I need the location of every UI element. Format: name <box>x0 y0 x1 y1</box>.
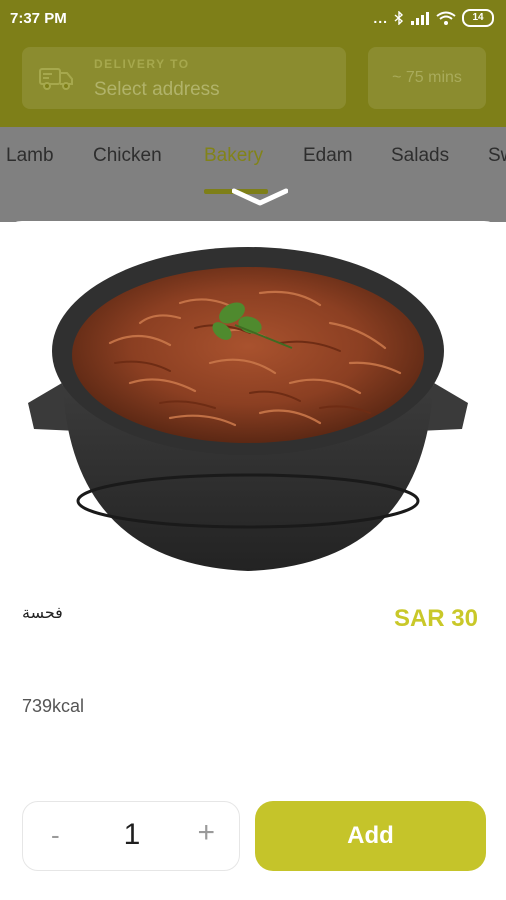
tab-chicken[interactable]: Chicken <box>93 145 162 167</box>
product-detail-sheet: فحسة SAR 30 739kcal - 1 + Add <box>0 221 506 900</box>
bluetooth-icon <box>394 11 404 25</box>
delivery-label: DELIVERY TO <box>94 57 190 71</box>
status-time: 7:37 PM <box>10 10 67 27</box>
delivery-eta: ~ 75 mins <box>368 47 486 109</box>
quantity-stepper: - 1 + <box>22 801 240 871</box>
product-price: SAR 30 <box>393 605 478 632</box>
increase-quantity-button[interactable]: + <box>197 816 215 850</box>
app-header: 7:37 PM ... 14 DELIVERY TO Select addres… <box>0 0 506 127</box>
tab-bakery[interactable]: Bakery <box>204 145 263 167</box>
battery-icon: 14 <box>462 9 494 27</box>
product-calories: 739kcal <box>22 696 85 716</box>
tab-lamb[interactable]: Lamb <box>6 145 54 167</box>
status-bar: 7:37 PM ... 14 <box>0 0 506 36</box>
product-image <box>28 247 468 571</box>
product-name: فحسة <box>22 603 63 622</box>
status-icons: ... 14 <box>373 9 494 27</box>
category-tabs: Lamb Chicken Bakery Edam Salads Sw <box>0 127 506 222</box>
delivery-address-selector[interactable]: DELIVERY TO Select address <box>22 47 346 109</box>
add-to-cart-button[interactable]: Add <box>255 801 486 871</box>
tab-sw[interactable]: Sw <box>488 145 506 167</box>
delivery-address-value: Select address <box>94 79 220 100</box>
delivery-truck-icon <box>39 68 73 90</box>
more-dots-icon: ... <box>373 10 388 26</box>
tab-salads[interactable]: Salads <box>391 145 449 167</box>
chevron-down-icon[interactable] <box>232 187 288 207</box>
tab-edam[interactable]: Edam <box>303 145 353 167</box>
signal-icon <box>411 12 429 25</box>
wifi-icon <box>436 11 456 25</box>
